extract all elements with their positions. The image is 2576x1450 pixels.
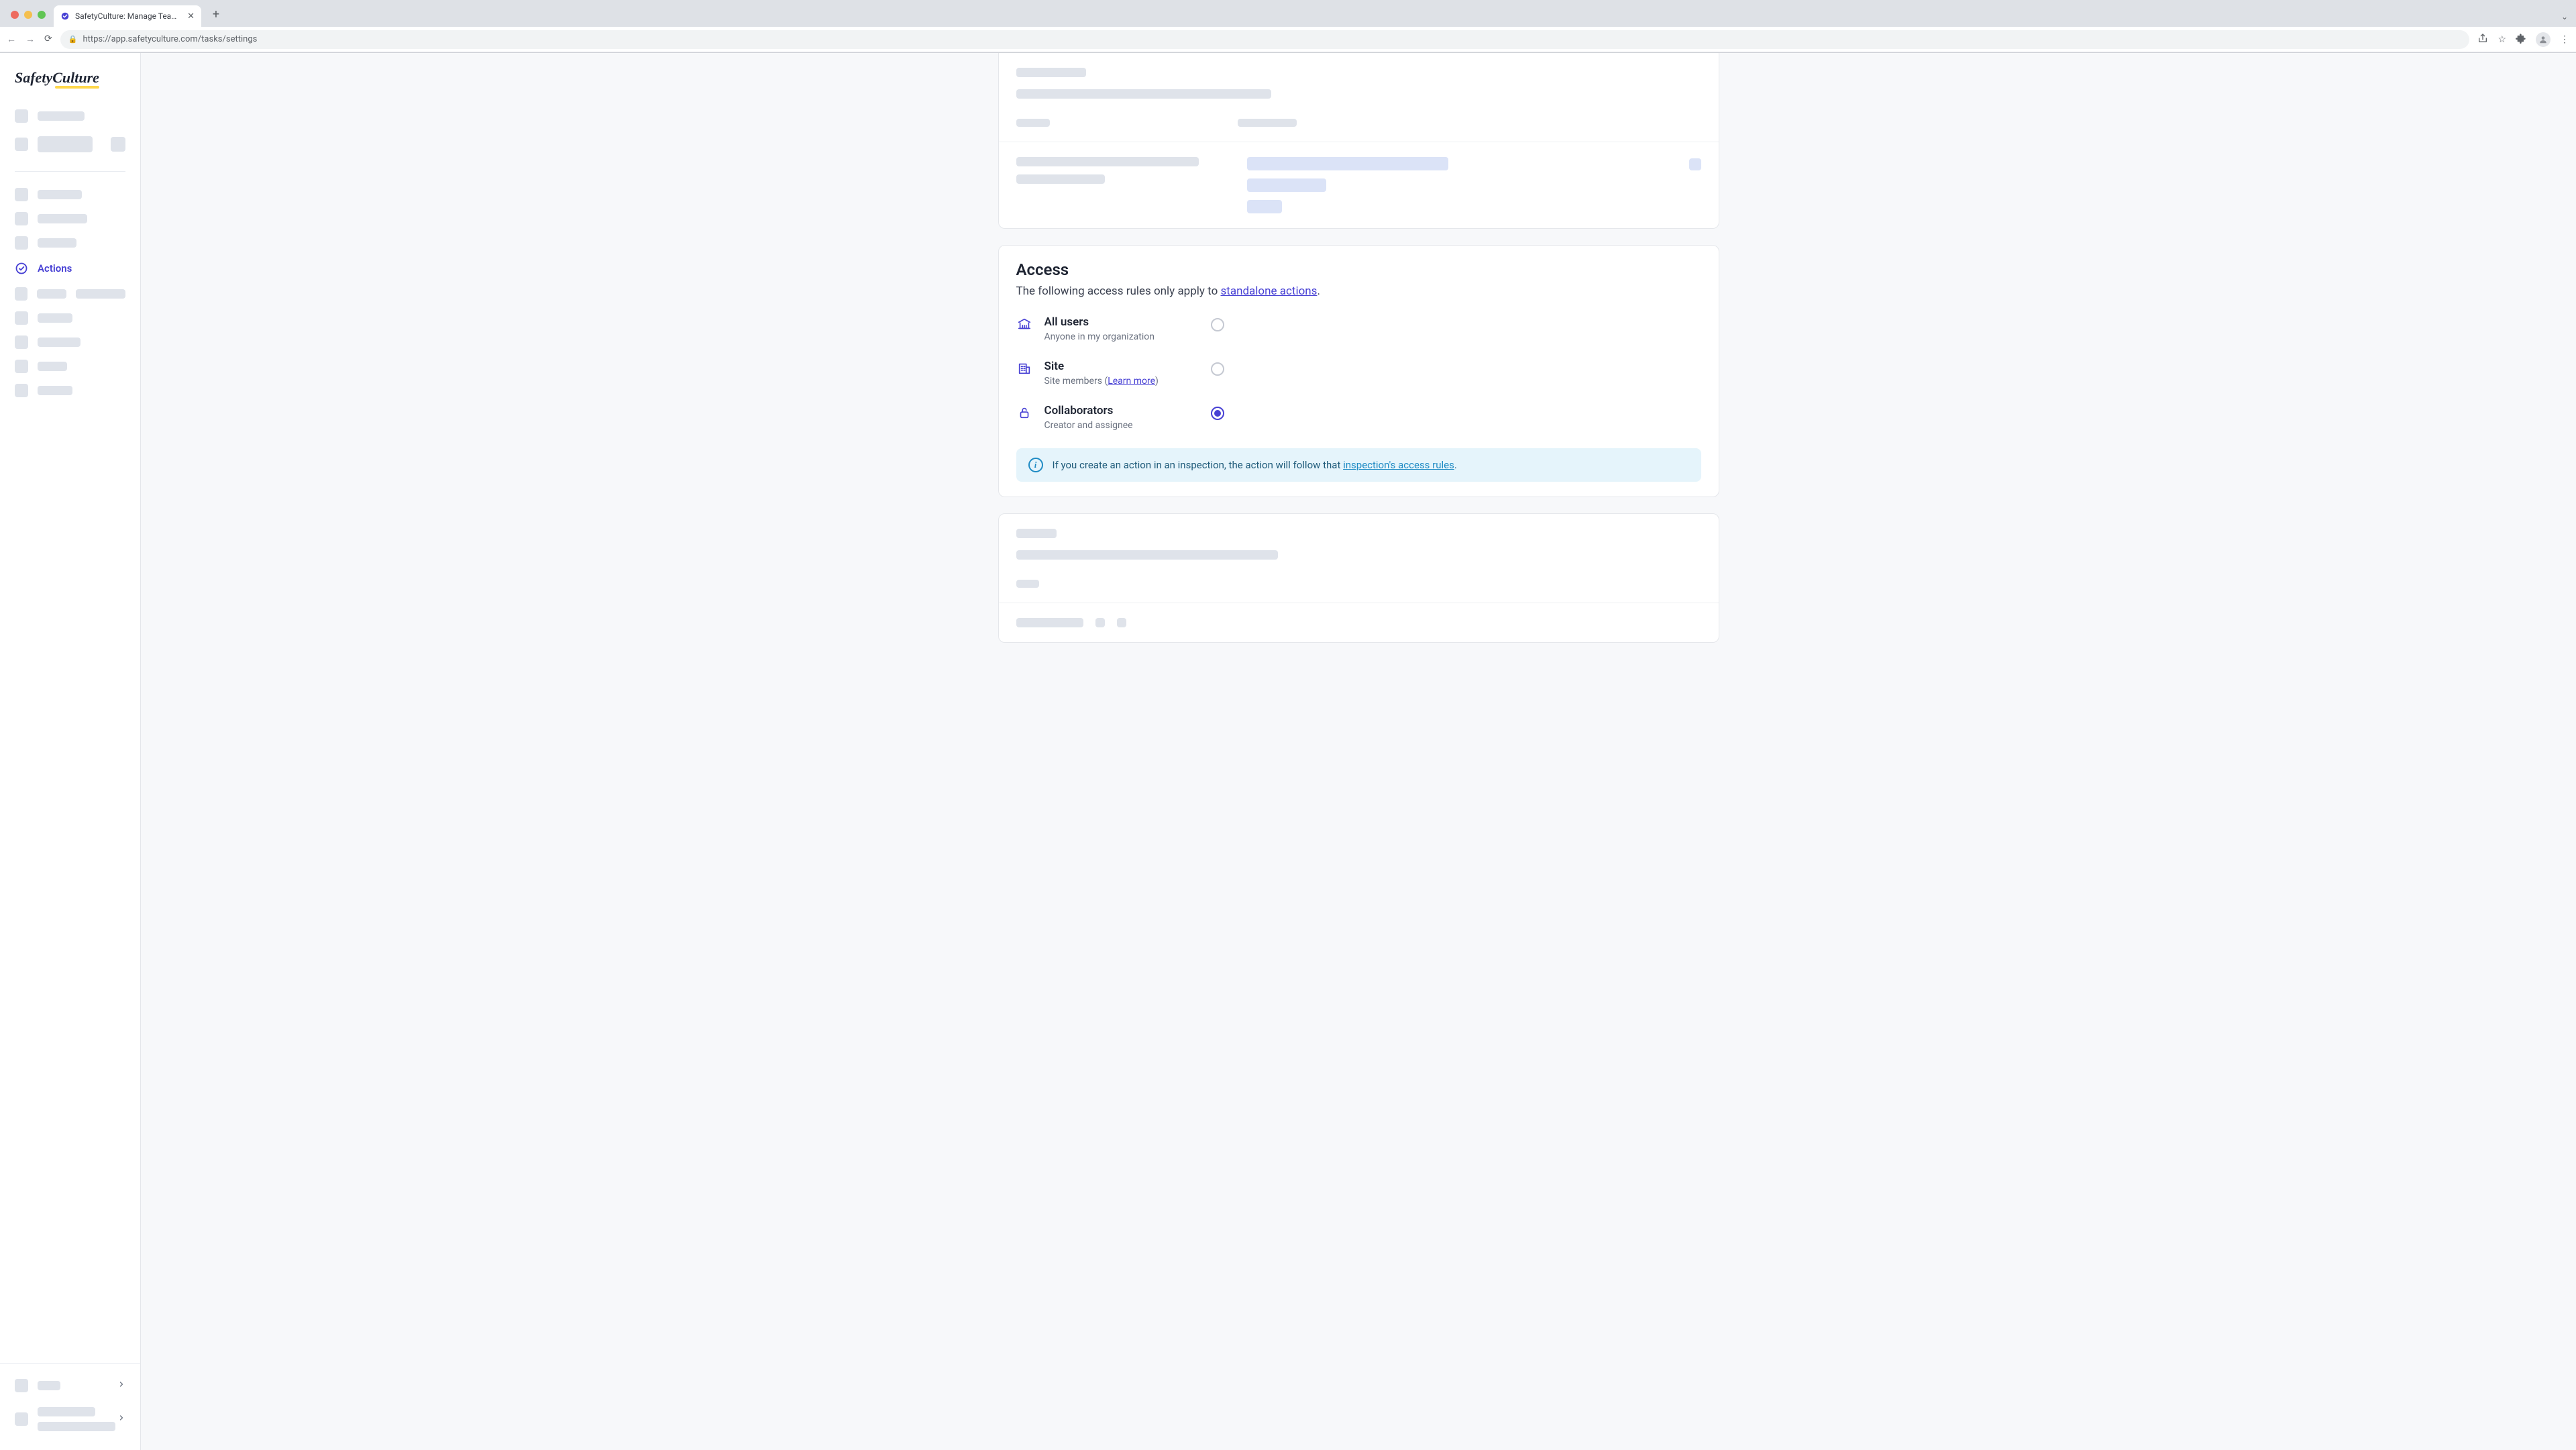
browser-toolbar: ← → ⟳ 🔒 https://app.safetyculture.com/ta… — [0, 27, 2576, 52]
sidebar-skeleton-item — [15, 104, 125, 128]
tab-strip: SafetyCulture: Manage Teams and … ✕ + ⌄ — [0, 0, 2576, 27]
browser-chrome: SafetyCulture: Manage Teams and … ✕ + ⌄ … — [0, 0, 2576, 53]
option-description: Anyone in my organization — [1044, 331, 1199, 342]
address-url: https://app.safetyculture.com/tasks/sett… — [83, 34, 257, 44]
bookmark-icon[interactable]: ☆ — [2498, 34, 2506, 45]
tab-favicon-icon — [60, 11, 70, 21]
sidebar-skeleton-item — [15, 183, 125, 207]
settings-panel-skeleton-bottom — [998, 513, 1719, 643]
lock-open-icon — [1016, 405, 1032, 420]
tabs-dropdown-icon[interactable]: ⌄ — [2561, 12, 2568, 21]
sidebar-footer-item[interactable] — [15, 1400, 125, 1438]
window-close-icon[interactable] — [11, 11, 19, 19]
window-zoom-icon[interactable] — [38, 11, 46, 19]
access-option-all-users[interactable]: All users Anyone in my organization — [1016, 315, 1701, 342]
tab-title: SafetyCulture: Manage Teams and … — [75, 11, 182, 21]
share-icon[interactable] — [2477, 33, 2488, 46]
profile-avatar-icon[interactable] — [2536, 32, 2551, 47]
option-title: Site — [1044, 360, 1199, 373]
sidebar-item-actions[interactable]: Actions — [15, 255, 125, 282]
inspection-access-rules-link[interactable]: inspection's access rules — [1343, 459, 1454, 471]
nav-back-icon[interactable]: ← — [7, 34, 16, 45]
site-icon — [1016, 361, 1032, 376]
standalone-actions-link[interactable]: standalone actions — [1220, 284, 1317, 298]
radio-site[interactable] — [1211, 362, 1224, 376]
option-title: All users — [1044, 315, 1199, 329]
chevron-right-icon — [117, 1380, 125, 1391]
new-tab-button[interactable]: + — [208, 7, 224, 23]
nav-forward-icon[interactable]: → — [25, 34, 35, 45]
browser-tab[interactable]: SafetyCulture: Manage Teams and … ✕ — [54, 5, 201, 27]
access-subtitle-suffix: . — [1317, 284, 1320, 298]
sidebar-skeleton-item — [15, 128, 125, 160]
sidebar-footer-item[interactable] — [15, 1371, 125, 1400]
address-bar[interactable]: 🔒 https://app.safetyculture.com/tasks/se… — [60, 30, 2470, 49]
extensions-icon[interactable] — [2516, 33, 2526, 46]
option-description: Creator and assignee — [1044, 420, 1199, 431]
brand-logo[interactable]: SafetyCulture — [0, 69, 140, 104]
access-option-collaborators[interactable]: Collaborators Creator and assignee — [1016, 404, 1701, 431]
sidebar: SafetyCulture — [0, 53, 141, 1450]
sidebar-skeleton-item — [15, 207, 125, 231]
brand-logo-text: SafetyCulture — [15, 69, 99, 87]
sidebar-skeleton-item — [15, 231, 125, 255]
app-shell: SafetyCulture — [0, 53, 2576, 1450]
info-icon: i — [1028, 458, 1043, 472]
nav-reload-icon[interactable]: ⟳ — [44, 34, 52, 45]
access-subtitle: The following access rules only apply to… — [1016, 284, 1701, 298]
sidebar-skeleton-item — [15, 306, 125, 330]
building-icon — [1016, 317, 1032, 331]
settings-panel-skeleton-top — [998, 53, 1719, 229]
sidebar-skeleton-item — [15, 378, 125, 403]
lock-icon: 🔒 — [68, 35, 78, 44]
sidebar-item-label: Actions — [38, 262, 72, 274]
tab-close-icon[interactable]: ✕ — [187, 12, 195, 21]
info-banner: i If you create an action in an inspecti… — [1016, 448, 1701, 482]
info-text: If you create an action in an inspection… — [1053, 459, 1457, 471]
option-title: Collaborators — [1044, 404, 1199, 417]
main-content: Access The following access rules only a… — [141, 53, 2576, 1450]
access-panel: Access The following access rules only a… — [998, 245, 1719, 497]
window-controls — [7, 11, 54, 27]
sidebar-skeleton-item — [15, 330, 125, 354]
access-subtitle-text: The following access rules only apply to — [1016, 284, 1221, 298]
access-option-site[interactable]: Site Site members (Learn more) — [1016, 360, 1701, 386]
sidebar-skeleton-item — [15, 354, 125, 378]
option-description: Site members (Learn more) — [1044, 376, 1199, 386]
kebab-menu-icon[interactable]: ⋮ — [2560, 34, 2569, 45]
window-minimize-icon[interactable] — [24, 11, 32, 19]
access-heading: Access — [1016, 260, 1701, 279]
radio-all-users[interactable] — [1211, 318, 1224, 331]
learn-more-link[interactable]: Learn more — [1108, 376, 1155, 386]
chevron-right-icon — [117, 1414, 125, 1425]
sidebar-skeleton-item — [15, 282, 125, 306]
radio-collaborators[interactable] — [1211, 407, 1224, 420]
